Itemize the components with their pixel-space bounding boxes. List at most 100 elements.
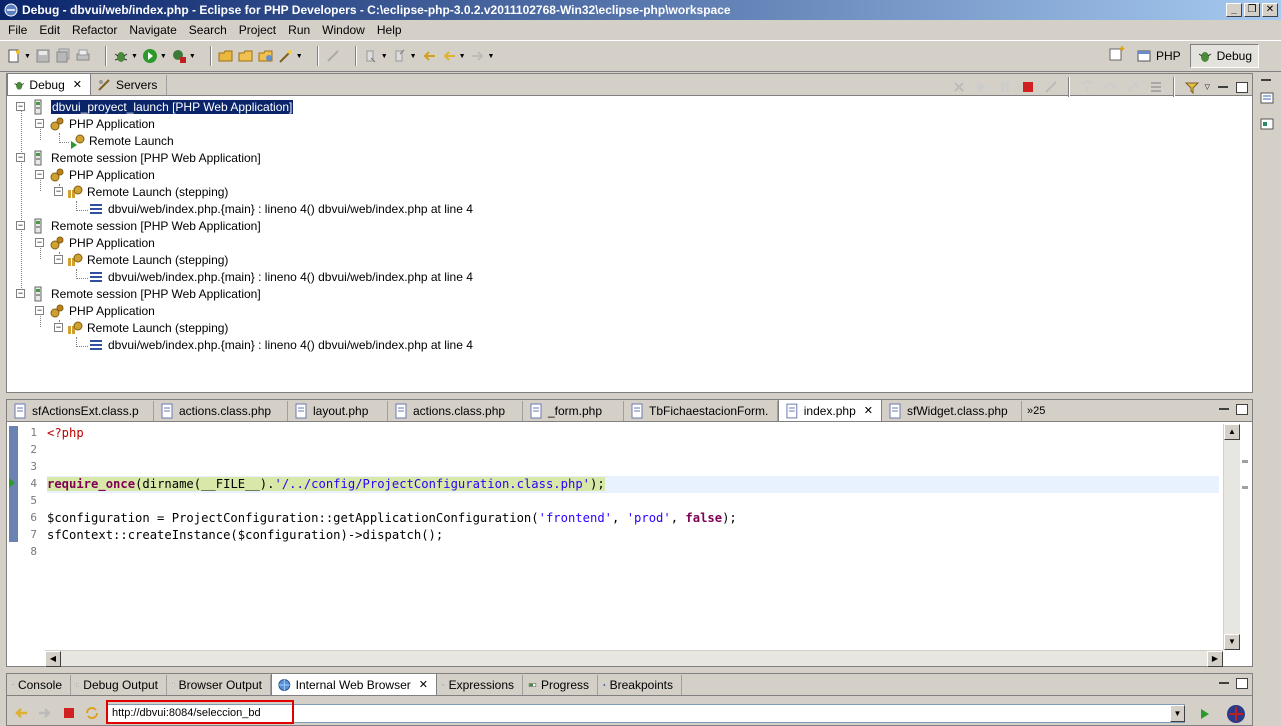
browser-back-icon[interactable] (13, 705, 29, 721)
collapse-toggle[interactable]: − (35, 119, 44, 128)
forward-dropdown-icon[interactable]: ▼ (488, 53, 495, 60)
editor-tab-active[interactable]: index.php ✕ (778, 399, 882, 421)
collapse-toggle[interactable]: − (35, 170, 44, 179)
tab-progress[interactable]: Progress (523, 675, 598, 695)
collapse-toggle[interactable]: − (16, 289, 25, 298)
close-tab-icon[interactable]: ✕ (864, 404, 873, 417)
code-line-current[interactable]: require_once(dirname(__FILE__).'/../conf… (47, 476, 605, 493)
browser-refresh-icon[interactable] (84, 705, 100, 721)
tab-servers[interactable]: Servers (91, 75, 167, 95)
restore-button[interactable]: ❐ (1244, 3, 1260, 17)
open-folder-icon[interactable] (238, 48, 254, 64)
code-line[interactable]: sfContext::createInstance($configuration… (47, 527, 443, 544)
tree-item-frame[interactable]: dbvui/web/index.php.{main} : lineno 4() … (88, 200, 473, 217)
tree-item-frame[interactable]: dbvui/web/index.php.{main} : lineno 4() … (88, 336, 473, 353)
prev-annotation-icon[interactable] (392, 48, 408, 64)
tab-debug[interactable]: Debug ✕ (7, 73, 91, 95)
menu-search[interactable]: Search (183, 23, 233, 37)
tree-item-remote[interactable]: Remote Launch (69, 132, 174, 149)
tree-item-launch[interactable]: Remote session [PHP Web Application] (31, 217, 261, 234)
browser-forward-icon[interactable] (37, 705, 53, 721)
scroll-down-icon[interactable]: ▼ (1224, 634, 1240, 650)
toggle-mark-icon[interactable] (325, 48, 341, 64)
tab-expressions[interactable]: x+ Expressions (437, 675, 523, 695)
tab-debug-output[interactable]: Debug Output (71, 675, 167, 695)
next-annotation-icon[interactable] (363, 48, 379, 64)
external-tools-icon[interactable] (171, 48, 187, 64)
new-dropdown-icon[interactable]: ▼ (24, 53, 31, 60)
debug-bug-icon[interactable] (113, 48, 129, 64)
menu-help[interactable]: Help (371, 23, 408, 37)
overview-ruler-mark[interactable] (1242, 486, 1248, 489)
tab-overflow[interactable]: »25 (1022, 401, 1062, 421)
tree-item-launch[interactable]: Remote session [PHP Web Application] (31, 149, 261, 166)
variables-view-icon[interactable] (1259, 90, 1275, 106)
open-perspective-icon[interactable] (1107, 44, 1127, 64)
browser-go-icon[interactable] (1197, 706, 1213, 722)
scroll-left-icon[interactable]: ◀ (45, 651, 61, 667)
debug-dropdown-icon[interactable]: ▼ (131, 53, 138, 60)
search-dropdown-icon[interactable]: ▼ (296, 53, 303, 60)
last-edit-icon[interactable] (421, 48, 437, 64)
resume-icon[interactable] (974, 79, 990, 95)
scroll-up-icon[interactable]: ▲ (1224, 424, 1240, 440)
collapse-toggle[interactable]: − (16, 153, 25, 162)
disconnect-icon[interactable] (1043, 79, 1059, 95)
menu-refactor[interactable]: Refactor (66, 23, 123, 37)
menu-run[interactable]: Run (282, 23, 316, 37)
close-tab-icon[interactable]: ✕ (419, 678, 428, 691)
tree-item-launch[interactable]: dbvui_proyect_launch [PHP Web Applicatio… (31, 98, 295, 115)
step-over-icon[interactable] (1102, 79, 1118, 95)
tab-console[interactable]: Console (7, 675, 71, 695)
tree-item-launch[interactable]: Remote session [PHP Web Application] (31, 285, 261, 302)
tree-item-app[interactable]: PHP Application (49, 302, 155, 319)
save-all-icon[interactable] (55, 48, 71, 64)
minimize-view-icon[interactable] (1218, 404, 1230, 415)
close-tab-icon[interactable]: ✕ (73, 78, 82, 91)
editor-vertical-scrollbar[interactable]: ▲ ▼ (1223, 424, 1240, 650)
collapse-toggle[interactable]: − (54, 187, 63, 196)
tab-internal-web-browser[interactable]: Internal Web Browser ✕ (271, 673, 437, 695)
url-history-dropdown-icon[interactable]: ▼ (1170, 705, 1185, 722)
tree-item-app[interactable]: PHP Application (49, 234, 155, 251)
tab-browser-output[interactable]: Browser Output (167, 675, 271, 695)
menu-edit[interactable]: Edit (33, 23, 66, 37)
next-annotation-dropdown-icon[interactable]: ▼ (381, 53, 388, 60)
view-menu-icon[interactable]: ▽ (1205, 83, 1210, 91)
new-php-project-icon[interactable] (218, 48, 234, 64)
run-dropdown-icon[interactable]: ▼ (160, 53, 167, 60)
external-tools-dropdown-icon[interactable]: ▼ (189, 53, 196, 60)
run-icon[interactable] (142, 48, 158, 64)
tree-item-stepping[interactable]: Remote Launch (stepping) (67, 251, 228, 268)
editor-horizontal-scrollbar[interactable]: ◀ ▶ (45, 650, 1223, 667)
tree-item-frame[interactable]: dbvui/web/index.php.{main} : lineno 4() … (88, 268, 473, 285)
editor-tab[interactable]: layout.php (288, 401, 388, 421)
maximize-view-icon[interactable] (1236, 81, 1248, 93)
minimize-button[interactable]: _ (1226, 3, 1242, 17)
menu-file[interactable]: File (2, 23, 33, 37)
forward-icon[interactable] (470, 48, 486, 64)
menu-project[interactable]: Project (233, 23, 282, 37)
collapse-toggle[interactable]: − (16, 102, 25, 111)
minimize-icon[interactable] (1260, 75, 1272, 86)
outline-view-icon[interactable] (1259, 116, 1275, 132)
save-icon[interactable] (35, 48, 51, 64)
tree-item-app[interactable]: PHP Application (49, 115, 155, 132)
back-icon[interactable] (441, 48, 457, 64)
close-button[interactable]: ✕ (1262, 3, 1278, 17)
maximize-view-icon[interactable] (1236, 404, 1248, 415)
step-return-icon[interactable] (1125, 79, 1141, 95)
suspend-icon[interactable] (997, 79, 1013, 95)
editor-tab[interactable]: TbFichaestacionForm. (624, 401, 778, 421)
scroll-right-icon[interactable]: ▶ (1207, 651, 1223, 667)
prev-annotation-dropdown-icon[interactable]: ▼ (410, 53, 417, 60)
open-type-icon[interactable] (258, 48, 274, 64)
browser-stop-icon[interactable] (61, 705, 77, 721)
step-into-icon[interactable] (1079, 79, 1095, 95)
remove-launches-icon[interactable] (951, 79, 967, 95)
back-dropdown-icon[interactable]: ▼ (459, 53, 466, 60)
perspective-debug[interactable]: Debug (1189, 44, 1259, 68)
menu-navigate[interactable]: Navigate (123, 23, 182, 37)
terminate-icon[interactable] (1020, 79, 1036, 95)
minimize-view-icon[interactable] (1218, 678, 1230, 689)
